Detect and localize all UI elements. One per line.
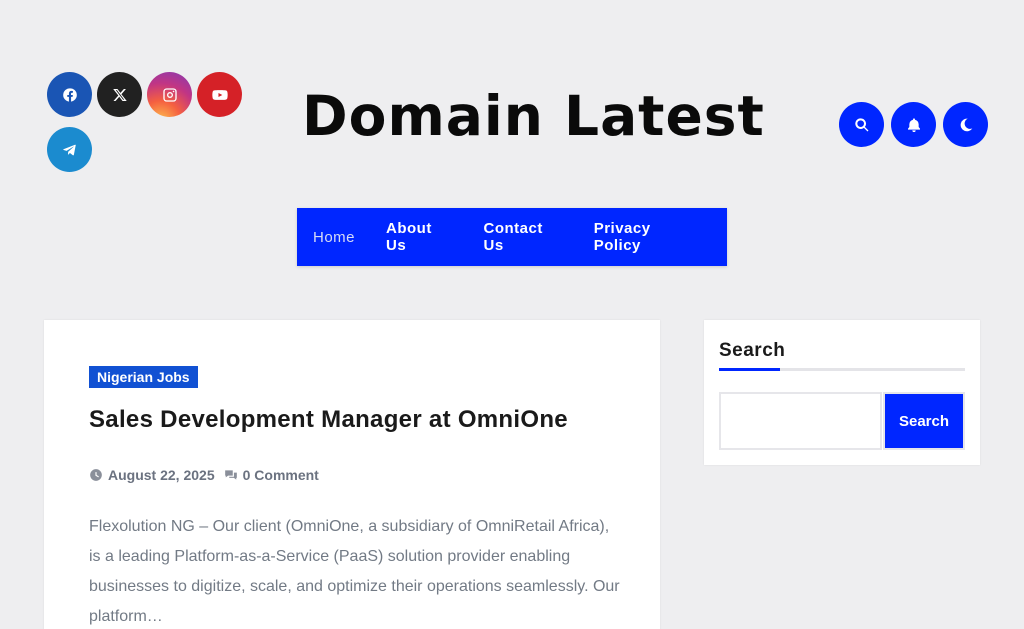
facebook-icon[interactable] [47, 72, 92, 117]
search-submit-button[interactable]: Search [883, 392, 965, 450]
notifications-button[interactable] [891, 102, 936, 147]
post-excerpt: Flexolution NG – Our client (OmniOne, a … [89, 518, 620, 625]
post-title[interactable]: Sales Development Manager at OmniOne [89, 406, 568, 434]
moon-icon [960, 118, 972, 131]
bell-icon [907, 117, 920, 132]
category-badge[interactable]: Nigerian Jobs [89, 366, 198, 388]
dark-mode-toggle[interactable] [943, 102, 988, 147]
telegram-icon[interactable] [47, 127, 92, 172]
comments-icon [224, 470, 237, 480]
nav-item-home[interactable]: Home [313, 229, 355, 246]
nav-item-contact-us[interactable]: Contact Us [484, 220, 563, 254]
nav-item-privacy-policy[interactable]: Privacy Policy [594, 220, 696, 254]
search-button[interactable] [839, 102, 884, 147]
widget-title-underline [719, 368, 965, 371]
post-comments[interactable]: 0 Comment [224, 467, 319, 483]
search-input[interactable] [719, 392, 882, 450]
search-icon [854, 117, 868, 131]
post-date-text: August 22, 2025 [108, 467, 215, 483]
search-widget: Search Search [704, 320, 980, 465]
x-twitter-icon[interactable] [97, 72, 142, 117]
post-date[interactable]: August 22, 2025 [89, 467, 215, 483]
post-card: Nigerian Jobs Sales Development Manager … [44, 320, 660, 629]
clock-icon [90, 469, 102, 481]
instagram-icon[interactable] [147, 72, 192, 117]
social-links [47, 72, 257, 172]
post-meta: August 22, 2025 0 Comment [89, 467, 328, 483]
header-actions [839, 102, 988, 147]
widget-title: Search [719, 340, 786, 361]
nav-item-about-us[interactable]: About Us [386, 220, 452, 254]
post-comments-text: 0 Comment [242, 467, 319, 483]
main-nav: Home About Us Contact Us Privacy Policy [297, 208, 727, 266]
youtube-icon[interactable] [197, 72, 242, 117]
site-title[interactable]: Domain Latest [302, 84, 765, 148]
